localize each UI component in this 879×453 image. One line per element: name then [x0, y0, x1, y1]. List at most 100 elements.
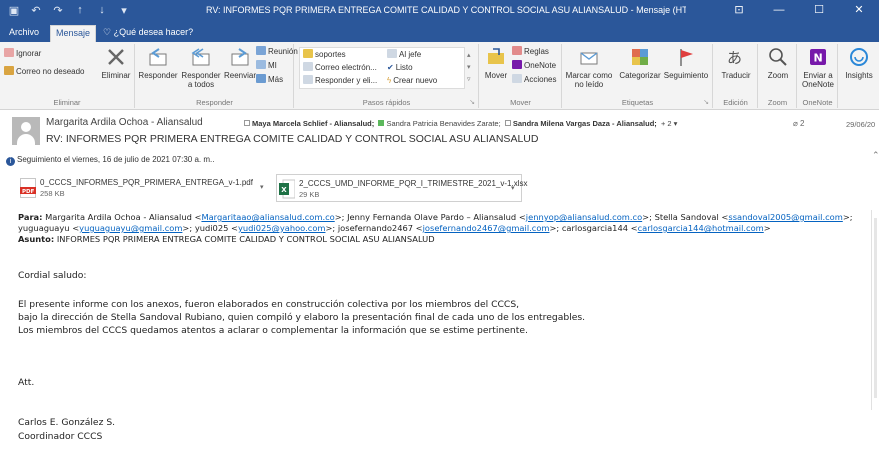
- quick-steps-scroll[interactable]: ▴ ▾ ▿: [467, 50, 471, 86]
- sender-name[interactable]: Margarita Ardila Ochoa - Aliansalud: [46, 117, 203, 128]
- categorize-label: Categorizar: [619, 71, 661, 80]
- quickstep-done[interactable]: ✔ Listo: [387, 62, 413, 74]
- attachment-item[interactable]: PDF 0_CCCS_INFORMES_PQR_PRIMERA_ENTREGA_…: [18, 174, 270, 202]
- categorize-button[interactable]: Categorizar: [617, 46, 663, 80]
- mark-unread-label-2: no leído: [574, 80, 604, 89]
- maximize-button[interactable]: ☐: [799, 0, 839, 22]
- quickstep-new[interactable]: ϟ Crear nuevo: [387, 75, 437, 87]
- email-link[interactable]: Margaritaao@aliansalud.com.co: [201, 212, 334, 222]
- ignore-button[interactable]: Ignorar: [4, 48, 41, 60]
- email-link[interactable]: carlosgarcia144@hotmail.com: [638, 223, 764, 233]
- forward-boss-icon: [387, 49, 397, 58]
- expand-recipients-icon[interactable]: ▾: [672, 119, 678, 128]
- im-button[interactable]: MI: [256, 60, 277, 72]
- save-icon[interactable]: ▣: [8, 4, 20, 17]
- tell-me-search[interactable]: ♡ ¿Qué desea hacer?: [98, 25, 198, 42]
- recipient[interactable]: Sandra Milena Vargas Daza - Aliansalud;: [504, 119, 657, 128]
- attachment-item[interactable]: X 2_CCCS_UMD_INFORME_PQR_I_TRIMESTRE_202…: [276, 174, 528, 202]
- recipient[interactable]: Maya Marcela Schlief - Aliansalud;: [244, 119, 374, 128]
- reply-delete-icon: [303, 75, 313, 84]
- down-icon[interactable]: ↓: [96, 4, 108, 17]
- ribbon-display-options-button[interactable]: ⊡: [719, 0, 759, 22]
- delete-button[interactable]: Eliminar: [100, 46, 132, 80]
- send-onenote-label-1: Enviar a: [803, 71, 833, 80]
- attachment-count-value: 2: [800, 119, 805, 128]
- quickstep-reply-delete[interactable]: Responder y eli...: [303, 75, 377, 87]
- mark-unread-button[interactable]: Marcar como no leído: [565, 46, 613, 89]
- quickstep-email-label: Correo electrón...: [315, 63, 377, 72]
- collapse-header-icon[interactable]: ⌃: [872, 150, 879, 161]
- vertical-scrollbar[interactable]: [871, 210, 879, 410]
- zoom-button[interactable]: Zoom: [763, 46, 793, 80]
- meeting-button[interactable]: Reunión: [256, 46, 298, 58]
- tell-me-label: ¿Qué desea hacer?: [113, 27, 194, 37]
- up-icon[interactable]: ↑: [74, 4, 86, 17]
- group-move: Mover Reglas OneNote Acciones Mover: [480, 44, 562, 108]
- email-link[interactable]: josefernando2467@gmail.com: [423, 223, 550, 233]
- follow-up-button[interactable]: Seguimiento: [663, 46, 709, 80]
- separator: >;: [549, 223, 562, 233]
- im-icon: [256, 60, 266, 69]
- email-link[interactable]: jennyop@aliansalud.com.co: [526, 212, 642, 222]
- attachment-menu-icon[interactable]: ▾: [260, 183, 264, 191]
- reply-button[interactable]: Responder: [138, 46, 178, 80]
- email-link[interactable]: ssandoval2005@gmail.com: [728, 212, 842, 222]
- actions-label: Acciones: [524, 75, 557, 84]
- info-icon: i: [6, 157, 15, 166]
- sender-avatar[interactable]: [12, 117, 40, 145]
- send-to-onenote-button[interactable]: N Enviar a OneNote: [800, 46, 836, 89]
- presence-icon: [244, 120, 250, 126]
- group-quick-steps: soportes Correo electrón... Responder y …: [295, 44, 479, 108]
- more-icon: [256, 74, 266, 83]
- junk-button[interactable]: Correo no deseado: [4, 66, 85, 78]
- group-insights: Insights: [839, 44, 879, 108]
- group-zoom: Zoom Zoom: [759, 44, 797, 108]
- more-label: Más: [268, 75, 284, 84]
- tab-message[interactable]: Mensaje: [50, 25, 97, 42]
- quick-steps-launcher[interactable]: ↘: [469, 98, 475, 106]
- minimize-button[interactable]: —: [759, 0, 799, 22]
- attachment-menu-icon[interactable]: ▾: [511, 184, 515, 192]
- ignore-icon: [4, 48, 14, 57]
- recipient-name: carlosgarcia144 <: [561, 223, 638, 233]
- tags-launcher[interactable]: ↘: [703, 98, 709, 106]
- actions-button[interactable]: Acciones: [512, 74, 556, 86]
- more-recipients-link[interactable]: + 2: [661, 119, 672, 128]
- forward-button[interactable]: Reenviar: [222, 46, 258, 80]
- presence-icon: [504, 120, 511, 126]
- ribbon: Ignorar Correo no deseado Eliminar Elimi…: [0, 42, 879, 110]
- rules-label: Reglas: [524, 47, 549, 56]
- email-link[interactable]: yudi025@yahoo.com: [238, 223, 326, 233]
- reply-all-button[interactable]: Responder a todos: [180, 46, 222, 89]
- recipient[interactable]: Sandra Patricia Benavides Zarate;: [378, 119, 501, 128]
- customize-icon[interactable]: ▾: [118, 4, 130, 17]
- onenote-move-button[interactable]: OneNote: [512, 60, 556, 72]
- more-respond-button[interactable]: Más: [256, 74, 283, 86]
- rules-button[interactable]: Reglas: [512, 46, 549, 58]
- move-label: Mover: [484, 71, 508, 80]
- quickstep-email[interactable]: Correo electrón...: [303, 62, 377, 74]
- email-link[interactable]: yuguaguayu@gmail.com: [79, 223, 182, 233]
- im-label: MI: [268, 61, 277, 70]
- group-delete-label: Eliminar: [53, 98, 81, 107]
- tab-file[interactable]: Archivo: [4, 25, 44, 42]
- send-onenote-label-2: OneNote: [801, 80, 835, 89]
- group-onenote: N Enviar a OneNote OneNote: [798, 44, 838, 108]
- greeting: Cordial saludo:: [18, 270, 87, 281]
- move-folder-icon: [488, 48, 504, 64]
- redo-icon[interactable]: ↷: [52, 4, 64, 17]
- group-zoom-label: Zoom: [767, 98, 788, 107]
- undo-icon[interactable]: ↶: [30, 4, 42, 17]
- forward-label: Reenviar: [223, 71, 256, 80]
- scrollbar-thumb[interactable]: [874, 218, 877, 398]
- close-button[interactable]: ✕: [839, 0, 879, 22]
- insights-button[interactable]: Insights: [841, 46, 877, 80]
- recipients-line: Maya Marcela Schlief - Aliansalud; Sandr…: [244, 119, 677, 128]
- move-button[interactable]: Mover: [482, 46, 510, 80]
- received-date: 29/06/20: [846, 120, 876, 129]
- quickstep-soportes[interactable]: soportes: [303, 49, 346, 61]
- quickstep-boss[interactable]: Al jefe: [387, 49, 421, 61]
- attachment-size: 29 KB: [299, 190, 320, 199]
- translate-button[interactable]: あ Traducir: [716, 46, 756, 80]
- signature-name: Carlos E. González S.: [18, 417, 116, 428]
